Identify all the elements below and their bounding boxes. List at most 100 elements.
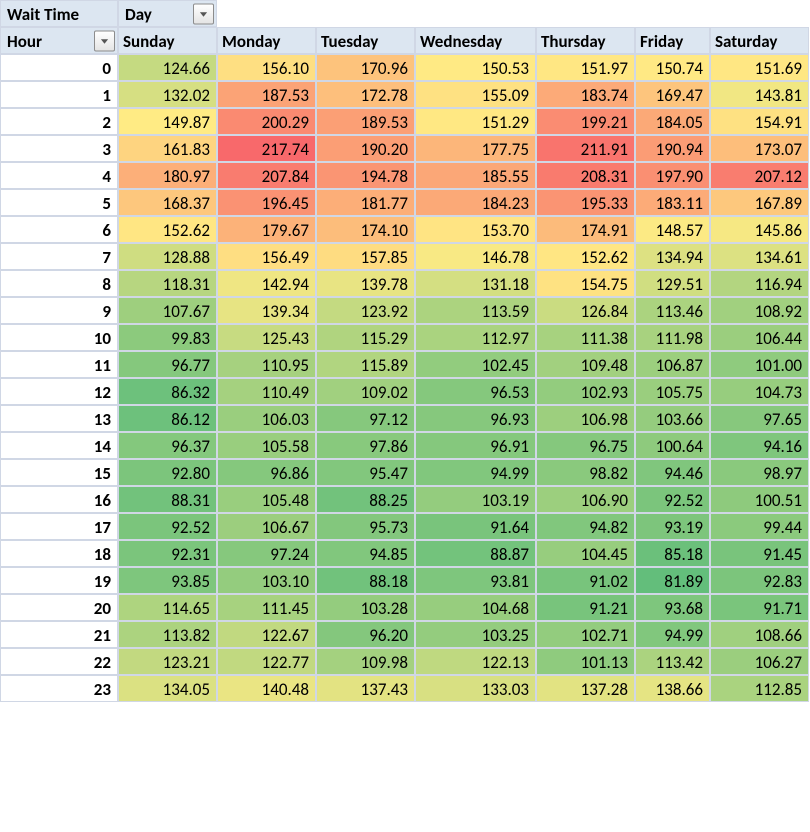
value-cell[interactable]: 143.81 [710, 81, 809, 108]
value-cell[interactable]: 124.66 [118, 54, 217, 81]
value-cell[interactable]: 94.99 [635, 621, 710, 648]
value-cell[interactable]: 152.62 [536, 243, 635, 270]
value-cell[interactable]: 139.34 [217, 297, 316, 324]
value-cell[interactable]: 181.77 [316, 189, 415, 216]
row-header[interactable]: 18 [0, 540, 118, 567]
value-cell[interactable]: 110.49 [217, 378, 316, 405]
value-cell[interactable]: 113.42 [635, 648, 710, 675]
value-cell[interactable]: 142.94 [217, 270, 316, 297]
value-cell[interactable]: 96.91 [415, 432, 536, 459]
row-header[interactable]: 7 [0, 243, 118, 270]
value-cell[interactable]: 101.00 [710, 351, 809, 378]
value-cell[interactable]: 106.44 [710, 324, 809, 351]
value-cell[interactable]: 104.45 [536, 540, 635, 567]
value-cell[interactable]: 94.99 [415, 459, 536, 486]
value-cell[interactable]: 88.31 [118, 486, 217, 513]
row-header[interactable]: 1 [0, 81, 118, 108]
value-cell[interactable]: 94.82 [536, 513, 635, 540]
row-header[interactable]: 3 [0, 135, 118, 162]
value-cell[interactable]: 101.13 [536, 648, 635, 675]
value-cell[interactable]: 106.90 [536, 486, 635, 513]
column-header[interactable]: Friday [635, 27, 710, 54]
row-header[interactable]: 16 [0, 486, 118, 513]
value-cell[interactable]: 99.44 [710, 513, 809, 540]
value-cell[interactable]: 111.98 [635, 324, 710, 351]
column-header[interactable]: Monday [217, 27, 316, 54]
value-cell[interactable]: 98.82 [536, 459, 635, 486]
value-cell[interactable]: 106.03 [217, 405, 316, 432]
row-header[interactable]: 21 [0, 621, 118, 648]
value-cell[interactable]: 96.53 [415, 378, 536, 405]
value-cell[interactable]: 105.58 [217, 432, 316, 459]
value-cell[interactable]: 93.19 [635, 513, 710, 540]
value-cell[interactable]: 145.86 [710, 216, 809, 243]
row-header[interactable]: 5 [0, 189, 118, 216]
value-cell[interactable]: 94.16 [710, 432, 809, 459]
value-cell[interactable]: 115.89 [316, 351, 415, 378]
column-header[interactable]: Saturday [710, 27, 809, 54]
row-header[interactable]: 12 [0, 378, 118, 405]
column-header[interactable]: Wednesday [415, 27, 536, 54]
value-cell[interactable]: 184.05 [635, 108, 710, 135]
value-cell[interactable]: 108.66 [710, 621, 809, 648]
value-cell[interactable]: 172.78 [316, 81, 415, 108]
value-cell[interactable]: 91.64 [415, 513, 536, 540]
value-cell[interactable]: 190.20 [316, 135, 415, 162]
value-cell[interactable]: 156.49 [217, 243, 316, 270]
value-cell[interactable]: 129.51 [635, 270, 710, 297]
value-cell[interactable]: 91.45 [710, 540, 809, 567]
value-cell[interactable]: 199.21 [536, 108, 635, 135]
value-cell[interactable]: 115.29 [316, 324, 415, 351]
row-header[interactable]: 13 [0, 405, 118, 432]
value-cell[interactable]: 138.66 [635, 675, 710, 702]
value-cell[interactable]: 91.21 [536, 594, 635, 621]
value-cell[interactable]: 167.89 [710, 189, 809, 216]
value-cell[interactable]: 149.87 [118, 108, 217, 135]
value-cell[interactable]: 183.74 [536, 81, 635, 108]
value-cell[interactable]: 97.12 [316, 405, 415, 432]
value-cell[interactable]: 148.57 [635, 216, 710, 243]
value-cell[interactable]: 88.25 [316, 486, 415, 513]
value-cell[interactable]: 103.66 [635, 405, 710, 432]
column-header[interactable]: Thursday [536, 27, 635, 54]
value-cell[interactable]: 156.10 [217, 54, 316, 81]
value-cell[interactable]: 155.09 [415, 81, 536, 108]
value-cell[interactable]: 139.78 [316, 270, 415, 297]
value-cell[interactable]: 125.43 [217, 324, 316, 351]
value-cell[interactable]: 103.28 [316, 594, 415, 621]
value-cell[interactable]: 133.03 [415, 675, 536, 702]
value-cell[interactable]: 168.37 [118, 189, 217, 216]
row-header[interactable]: 20 [0, 594, 118, 621]
value-cell[interactable]: 177.75 [415, 135, 536, 162]
value-cell[interactable]: 122.67 [217, 621, 316, 648]
value-cell[interactable]: 86.32 [118, 378, 217, 405]
value-cell[interactable]: 126.84 [536, 297, 635, 324]
value-cell[interactable]: 128.88 [118, 243, 217, 270]
value-cell[interactable]: 132.02 [118, 81, 217, 108]
value-cell[interactable]: 134.94 [635, 243, 710, 270]
value-cell[interactable]: 95.47 [316, 459, 415, 486]
value-cell[interactable]: 194.78 [316, 162, 415, 189]
value-cell[interactable]: 190.94 [635, 135, 710, 162]
day-filter-dropdown[interactable] [193, 3, 214, 24]
value-cell[interactable]: 107.67 [118, 297, 217, 324]
value-cell[interactable]: 112.97 [415, 324, 536, 351]
value-cell[interactable]: 180.97 [118, 162, 217, 189]
value-cell[interactable]: 94.46 [635, 459, 710, 486]
value-cell[interactable]: 92.31 [118, 540, 217, 567]
value-cell[interactable]: 109.98 [316, 648, 415, 675]
value-cell[interactable]: 189.53 [316, 108, 415, 135]
value-cell[interactable]: 134.61 [710, 243, 809, 270]
value-cell[interactable]: 105.48 [217, 486, 316, 513]
value-cell[interactable]: 106.27 [710, 648, 809, 675]
row-header[interactable]: 8 [0, 270, 118, 297]
value-cell[interactable]: 98.97 [710, 459, 809, 486]
value-cell[interactable]: 86.12 [118, 405, 217, 432]
value-cell[interactable]: 174.91 [536, 216, 635, 243]
value-cell[interactable]: 113.59 [415, 297, 536, 324]
value-cell[interactable]: 104.73 [710, 378, 809, 405]
value-cell[interactable]: 173.07 [710, 135, 809, 162]
value-cell[interactable]: 93.68 [635, 594, 710, 621]
value-cell[interactable]: 85.18 [635, 540, 710, 567]
value-cell[interactable]: 102.93 [536, 378, 635, 405]
